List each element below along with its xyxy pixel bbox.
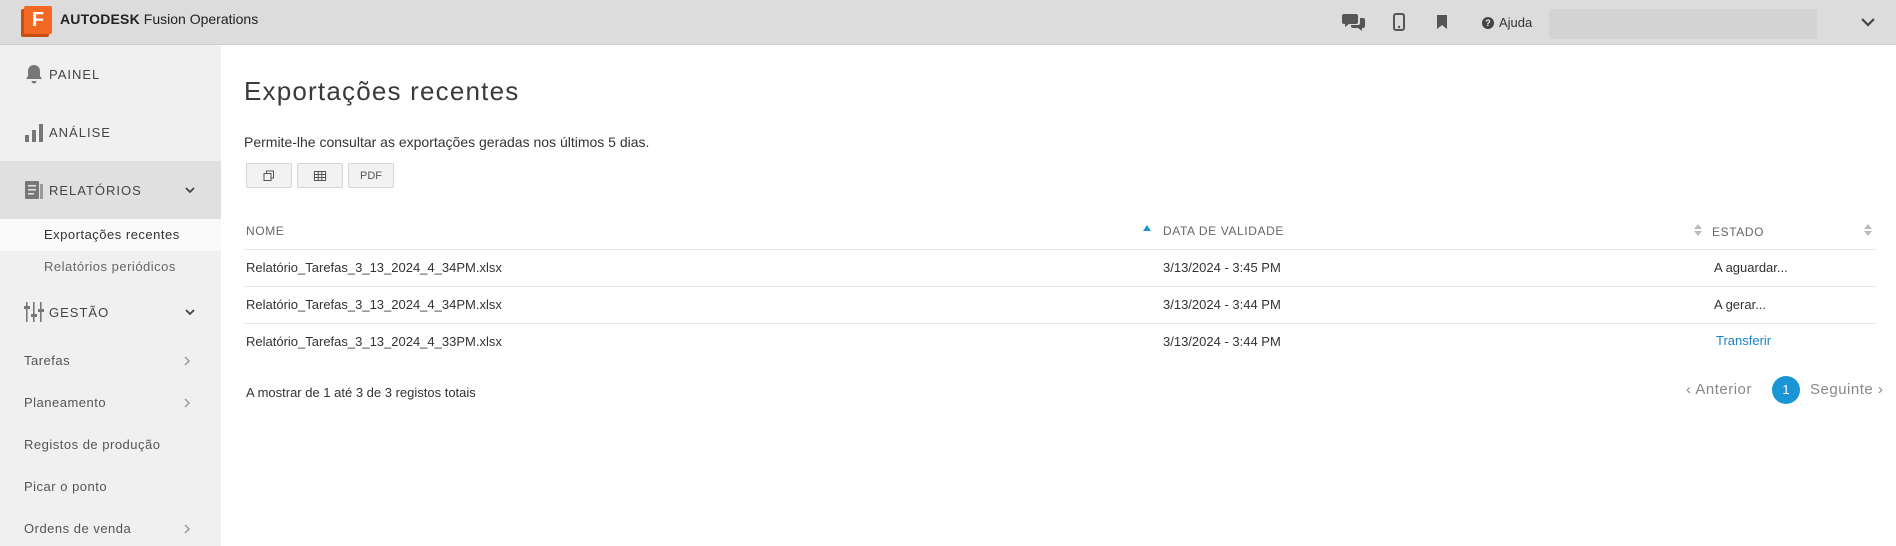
sidebar-subitem-label: Exportações recentes [44,227,180,242]
bell-icon [24,63,44,85]
pagination-next-label: Seguinte [1810,381,1874,398]
page-title: Exportações recentes [244,76,520,106]
sidebar-link-label: Picar o ponto [24,479,108,494]
pdf-button[interactable]: PDF [348,163,394,188]
copy-button[interactable] [246,163,292,188]
sidebar-item-registos-producao[interactable]: Registos de produção [0,428,221,462]
sort-icon[interactable] [1693,223,1703,237]
divider [244,323,1876,324]
top-bar: F AUTODESK Fusion Operations ? Ajuda [0,0,1896,45]
page-description: Permite-lhe consultar as exportações ger… [244,134,650,150]
download-link[interactable]: Transferir [1716,333,1771,348]
cell-data: 3/13/2024 - 3:44 PM [1163,334,1281,349]
sidebar-link-label: Ordens de venda [24,521,132,536]
cell-data: 3/13/2024 - 3:44 PM [1163,297,1281,312]
sort-icon[interactable] [1863,223,1873,237]
pagination-page-current[interactable]: 1 [1772,376,1800,404]
user-account-box[interactable] [1549,9,1817,39]
pagination-next[interactable]: Seguinte › [1810,381,1883,398]
sidebar: PAINEL ANÁLISE RELATÓRIOS Exportações re… [0,45,221,546]
mobile-icon[interactable] [1387,10,1411,34]
sidebar-label-relatorios: RELATÓRIOS [49,182,142,198]
chevron-down-icon [183,183,197,197]
cell-data: 3/13/2024 - 3:45 PM [1163,260,1281,275]
pagination-prev-label: Anterior [1695,381,1752,398]
bar-chart-icon [24,121,44,143]
bookmark-icon[interactable] [1430,10,1454,34]
sidebar-item-planeamento[interactable]: Planeamento [0,386,221,420]
sidebar-item-tarefas[interactable]: Tarefas [0,344,221,378]
sliders-icon [24,301,44,323]
chevron-right-icon [184,524,191,534]
sidebar-item-picar-ponto[interactable]: Picar o ponto [0,470,221,504]
cell-estado: A gerar... [1714,297,1767,312]
brand-product: Fusion Operations [143,11,259,27]
sidebar-item-analise[interactable]: ANÁLISE [0,103,221,161]
help-label: Ajuda [1499,15,1533,30]
brand-autodesk: AUTODESK [60,11,140,27]
chevron-right-icon [184,398,191,408]
divider [244,286,1876,287]
sidebar-subitem-label: Relatórios periódicos [44,259,176,274]
help-icon: ? [1482,16,1494,29]
csv-button[interactable] [297,163,343,188]
sidebar-item-relatorios[interactable]: RELATÓRIOS [0,161,221,219]
report-icon [24,179,44,201]
sidebar-label-analise: ANÁLISE [49,124,111,140]
chevron-down-icon[interactable] [1858,12,1878,32]
sidebar-subitem-exportacoes-recentes[interactable]: Exportações recentes [0,219,221,251]
chevron-right-icon [184,356,191,366]
sidebar-label-gestao: GESTÃO [49,304,110,320]
copy-icon [263,170,274,181]
column-header-nome[interactable]: NOME [246,224,284,238]
sidebar-item-ordens-venda[interactable]: Ordens de venda [0,512,221,546]
records-summary: A mostrar de 1 até 3 de 3 registos totai… [246,385,476,400]
sort-asc-icon[interactable] [1142,224,1152,232]
sidebar-item-painel[interactable]: PAINEL [0,45,221,103]
cell-estado: A aguardar... [1714,260,1788,275]
sidebar-item-gestao[interactable]: GESTÃO [0,283,221,341]
pagination-prev[interactable]: ‹ Anterior [1686,381,1752,398]
help-link[interactable]: ? Ajuda [1482,15,1532,30]
chat-icon[interactable] [1342,10,1366,34]
cell-nome: Relatório_Tarefas_3_13_2024_4_34PM.xlsx [246,260,502,275]
sidebar-link-label: Planeamento [24,395,107,410]
table-icon [314,170,326,181]
fusion-logo[interactable]: F [24,6,52,34]
cell-nome: Relatório_Tarefas_3_13_2024_4_33PM.xlsx [246,334,502,349]
sidebar-link-label: Registos de produção [24,437,161,452]
sidebar-link-label: Tarefas [24,353,71,368]
sidebar-label-painel: PAINEL [49,66,101,82]
divider [244,249,1876,250]
brand-name: AUTODESK Fusion Operations [60,11,258,27]
column-header-data-validade[interactable]: DATA DE VALIDADE [1163,224,1284,238]
chevron-down-icon [183,305,197,319]
cell-nome: Relatório_Tarefas_3_13_2024_4_34PM.xlsx [246,297,502,312]
sidebar-subitem-relatorios-periodicos[interactable]: Relatórios periódicos [0,251,221,283]
column-header-estado[interactable]: ESTADO [1712,225,1764,239]
